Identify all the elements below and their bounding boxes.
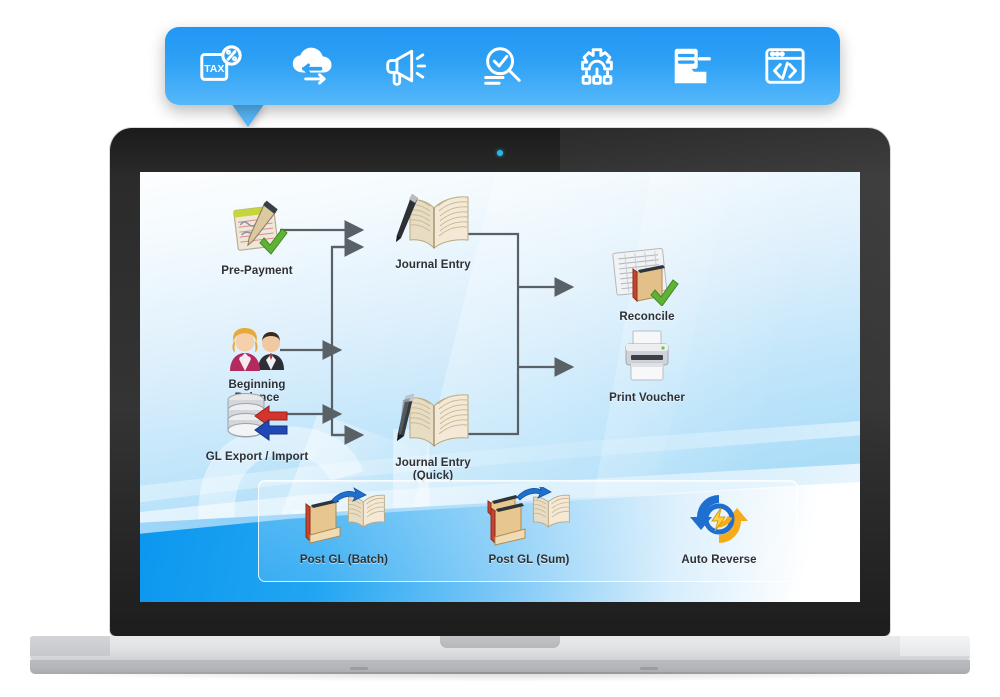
gl-posting-panel: Post GL (Batch) Post GL (Sum) Auto Rever…: [258, 480, 798, 582]
notepad-check-icon: [192, 198, 322, 260]
laptop-device: GL: [110, 128, 890, 638]
laptop-screen: GL: [140, 172, 860, 602]
cloud-sync-icon: [290, 43, 338, 89]
toolbar-item-audit[interactable]: [465, 35, 539, 97]
database-exchange-icon: [192, 384, 322, 446]
flow-node-label: GL Export / Import: [205, 451, 309, 463]
printer-icon: [582, 325, 712, 387]
megaphone-icon: [384, 44, 432, 88]
open-book-pen-icon: [368, 192, 498, 254]
gear-network-icon: [573, 43, 621, 89]
ledger-check-icon: [582, 244, 712, 306]
flow-node-label: Journal Entry: [395, 259, 471, 271]
flow-node-label: Pre-Payment: [221, 265, 293, 277]
toolbar-bar: TAX: [165, 27, 840, 105]
svg-text:TAX: TAX: [204, 63, 224, 75]
panel-item-label: Post GL (Sum): [488, 554, 570, 566]
book-arrow-sum-icon: [454, 487, 604, 549]
toolbar-item-documents[interactable]: [654, 35, 728, 97]
laptop-deck-left: [30, 636, 110, 656]
flow-node-label: Print Voucher: [609, 392, 685, 404]
panel-item-post-gl-sum[interactable]: Post GL (Sum): [454, 487, 604, 567]
panel-item-label: Post GL (Batch): [299, 554, 389, 566]
laptop-foot-left: [350, 667, 368, 670]
toolbar-item-announcement[interactable]: [371, 35, 445, 97]
panel-item-label: Auto Reverse: [681, 554, 757, 566]
book-arrow-batch-icon: [269, 487, 419, 549]
flow-node-reconcile[interactable]: Reconcile: [582, 244, 712, 324]
flow-node-label: Reconcile: [619, 311, 675, 323]
webcam-indicator: [497, 150, 503, 156]
toolbar-item-developer[interactable]: [748, 35, 822, 97]
panel-item-post-gl-batch[interactable]: Post GL (Batch): [269, 487, 419, 567]
device-shadow: [20, 672, 980, 682]
two-users-icon: [192, 312, 322, 374]
feature-toolbar: TAX: [165, 27, 840, 127]
flow-node-gl-export-import[interactable]: GL Export / Import: [192, 384, 322, 464]
laptop-deck-right: [900, 636, 970, 656]
toolbar-item-cloud-sync[interactable]: [277, 35, 351, 97]
laptop-foot-right: [640, 667, 658, 670]
open-book-pen-quick-icon: [368, 390, 498, 452]
scene-root: TAX Pre-Payment Beginning GL Export / Im…: [0, 0, 1000, 697]
toolbar-item-configuration[interactable]: [560, 35, 634, 97]
flow-node-pre-payment[interactable]: Pre-Payment: [192, 198, 322, 278]
browser-code-icon: [762, 44, 808, 88]
flow-node-journal-entry-quick[interactable]: Journal Entry (Quick): [368, 390, 498, 483]
panel-item-auto-reverse[interactable]: Auto Reverse: [644, 487, 794, 567]
toolbar-pointer-tail: [231, 103, 265, 127]
circular-refresh-bolt-icon: [644, 487, 794, 549]
flow-node-journal-entry[interactable]: Journal Entry: [368, 192, 498, 272]
tax-percent-icon: TAX: [197, 43, 243, 89]
toolbar-item-tax[interactable]: TAX: [183, 35, 257, 97]
flow-node-print-voucher[interactable]: Print Voucher: [582, 325, 712, 405]
laptop-trackpad-notch: [440, 636, 560, 648]
document-folder-icon: [668, 43, 714, 89]
magnifier-check-icon: [479, 43, 525, 89]
